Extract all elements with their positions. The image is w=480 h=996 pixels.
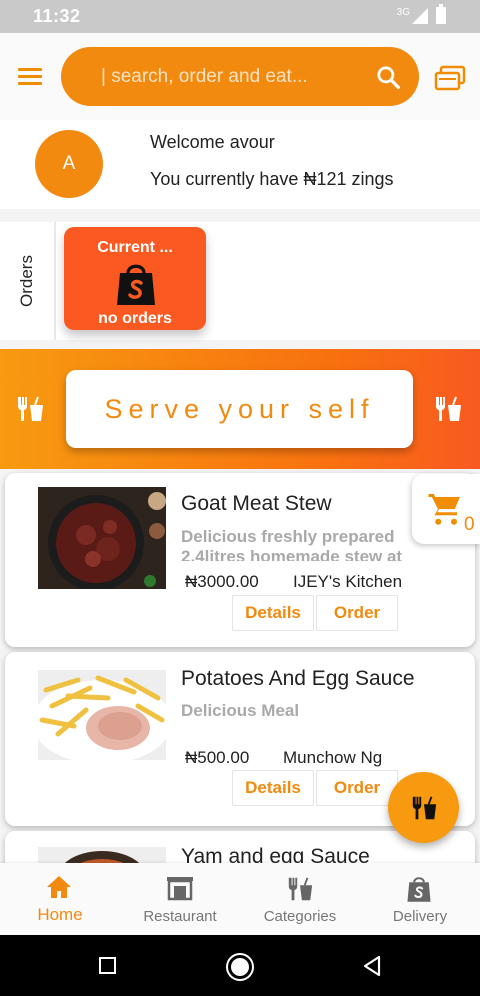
shopping-bag-icon (407, 877, 431, 902)
status-bar: 11:32 3G (0, 0, 480, 33)
food-image (38, 487, 166, 589)
food-image (38, 670, 166, 760)
utensils-icon (436, 396, 461, 421)
welcome-greeting: Welcome avour (150, 132, 275, 152)
nav-label: Home (37, 905, 83, 924)
serve-yourself-button[interactable]: Serve your self (66, 370, 413, 448)
food-card[interactable]: Goat Meat Stew Delicious freshly prepare… (5, 473, 475, 647)
food-name: Potatoes And Egg Sauce (181, 667, 415, 690)
welcome-panel: A Welcome avour You currently have ₦121 … (0, 120, 480, 209)
food-name: Goat Meat Stew (181, 492, 332, 515)
order-card-status: no orders (98, 310, 172, 327)
nav-label: Delivery (392, 908, 448, 925)
home-button[interactable] (226, 953, 254, 981)
app-bar: | search, order and eat... (0, 33, 480, 120)
food-name: Yam and egg Sauce (181, 845, 370, 863)
utensils-icon (412, 796, 437, 820)
nav-label: Categories (263, 908, 337, 925)
orders-label-column: Orders (0, 222, 56, 340)
zings-balance: You currently have ₦121 zings (150, 169, 394, 190)
details-button[interactable]: Details (232, 770, 314, 806)
cart-icon (428, 494, 460, 525)
nav-categories[interactable]: Categories (240, 863, 360, 935)
search-input[interactable]: | search, order and eat... (101, 66, 308, 88)
recent-apps-button[interactable] (99, 957, 116, 974)
search-icon[interactable] (375, 64, 401, 90)
zings-amount: ₦121 zings (303, 169, 394, 189)
current-order-card[interactable]: Current ... no orders (64, 227, 206, 330)
food-image (38, 847, 166, 863)
details-button[interactable]: Details (232, 595, 314, 631)
orders-label: Orders (17, 255, 36, 307)
nav-restaurant[interactable]: Restaurant (120, 863, 240, 935)
food-description: Delicious Meal (181, 701, 300, 720)
system-nav-bar (0, 935, 480, 996)
menu-icon[interactable] (18, 68, 42, 86)
shopping-bag-icon (117, 264, 155, 305)
food-vendor: IJEY's Kitchen (293, 572, 403, 591)
battery-icon (436, 4, 446, 24)
orders-section: Orders Current ... no orders (0, 222, 480, 340)
restaurant-icon (167, 877, 193, 901)
signal-icon (412, 8, 428, 24)
cart-count: 0 (464, 514, 475, 535)
home-icon (47, 876, 71, 898)
utensils-icon (18, 396, 43, 421)
search-bar[interactable]: | search, order and eat... (61, 47, 419, 106)
utensils-icon (288, 877, 313, 901)
cards-icon[interactable] (434, 65, 466, 91)
nav-delivery[interactable]: Delivery (360, 863, 480, 935)
network-type: 3G (396, 7, 410, 18)
serve-banner: Serve your self (0, 349, 480, 469)
nav-label: Restaurant (143, 908, 217, 925)
cart-button[interactable]: 0 (412, 474, 480, 544)
order-button[interactable]: Order (316, 770, 398, 806)
status-time: 11:32 (33, 6, 81, 26)
zings-prefix: You currently have (150, 169, 299, 189)
bottom-nav: Home Restaurant Categories Delivery (0, 863, 480, 935)
order-card-title: Current ... (97, 239, 173, 256)
food-description: Delicious freshly prepared 2.4litres hom… (181, 527, 403, 561)
food-price: ₦500.00 (185, 748, 250, 767)
food-price: ₦3000.00 (185, 572, 259, 591)
avatar[interactable]: A (35, 130, 103, 198)
food-vendor: Munchow Ng (283, 748, 383, 767)
nav-home[interactable]: Home (0, 863, 120, 935)
order-button[interactable]: Order (316, 595, 398, 631)
food-fab-button[interactable] (388, 772, 459, 843)
back-button[interactable] (362, 955, 382, 977)
